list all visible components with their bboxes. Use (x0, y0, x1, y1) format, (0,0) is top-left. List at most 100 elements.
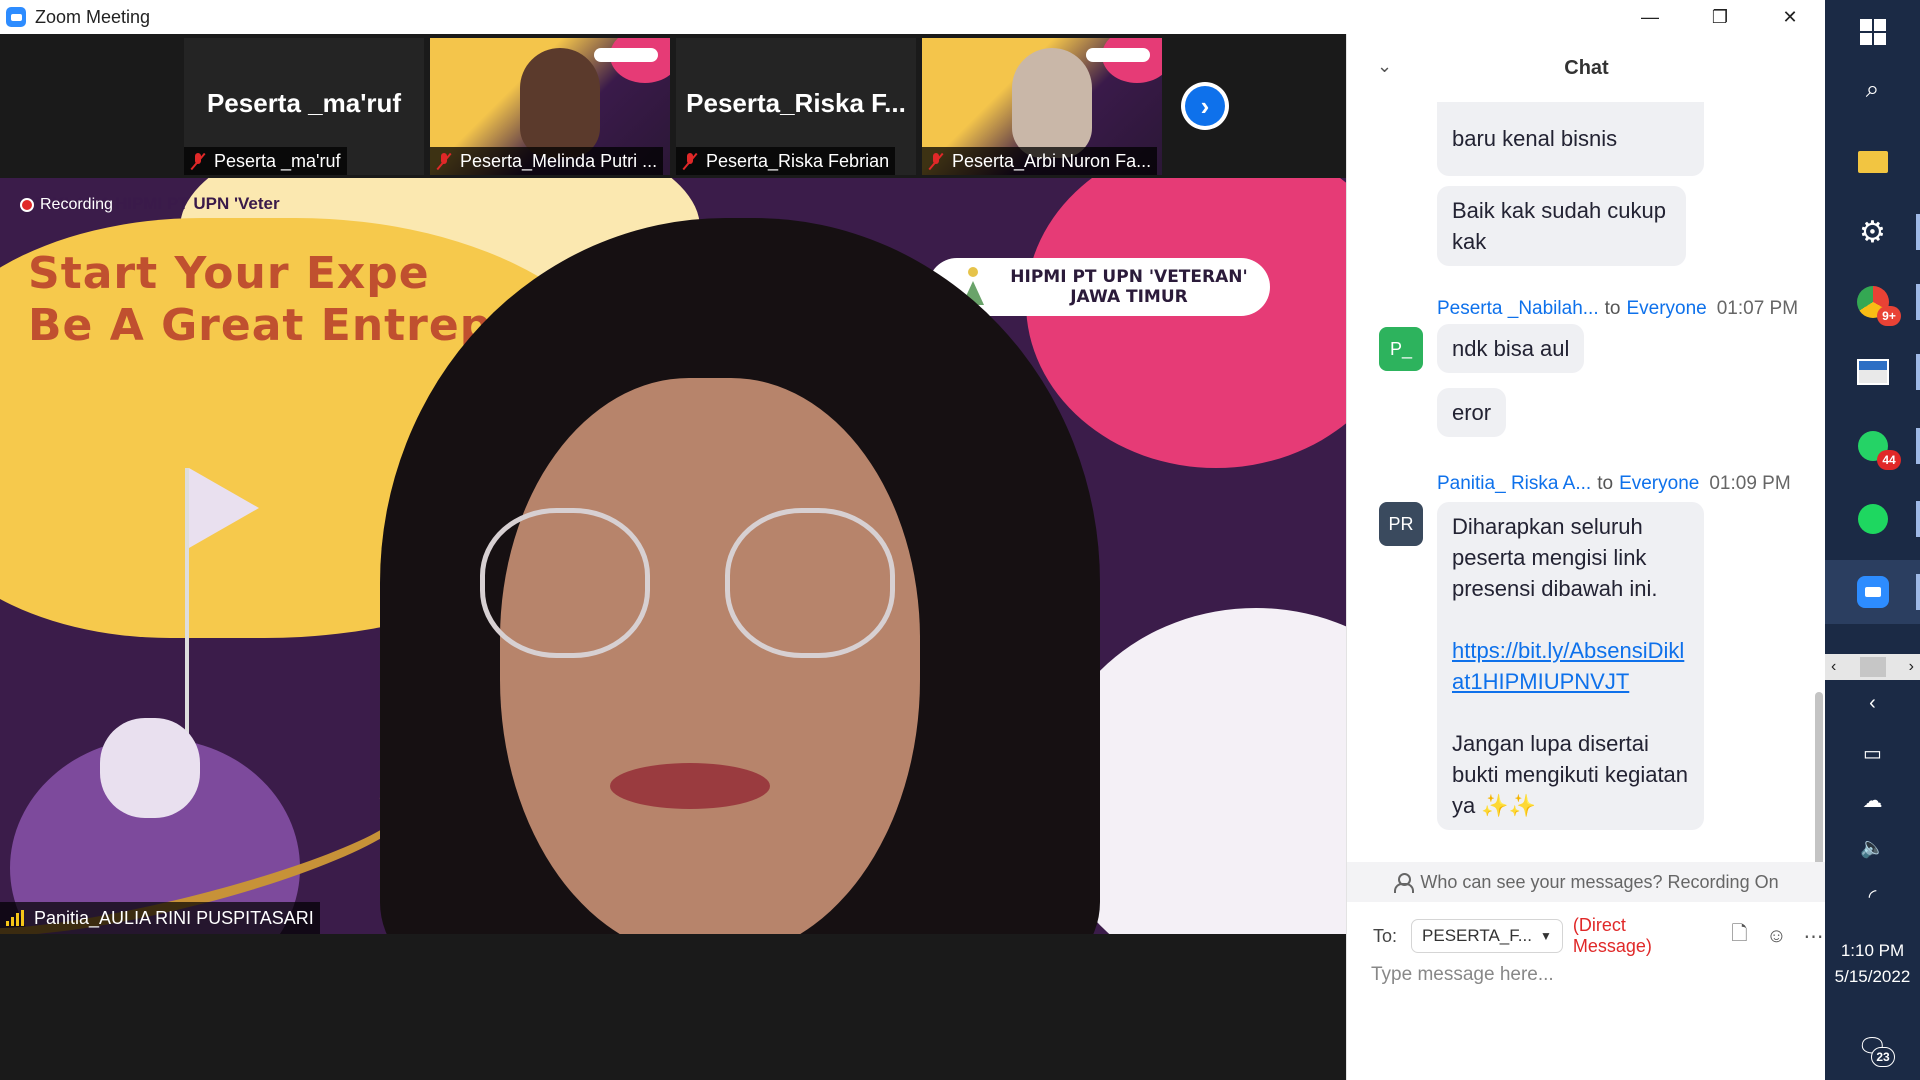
speaker-name: Panitia_AULIA RINI PUSPITASARI (34, 907, 314, 928)
title-bar: Zoom Meeting — ❐ ✕ (0, 0, 1825, 34)
clock-time: 1:10 PM (1840, 941, 1905, 960)
speaker-lips (610, 763, 770, 809)
participant-thumbnail[interactable]: Peserta_Melinda Putri ... (430, 38, 670, 175)
more-icon[interactable]: ⋯ (1801, 923, 1826, 949)
onedrive-icon[interactable]: ☁ (1825, 780, 1920, 820)
hipmi-logo-text: HIPMI PT UPN 'VETERAN' JAWA TIMUR (988, 267, 1270, 307)
window-title: Zoom Meeting (35, 6, 151, 27)
recipient-value: PESERTA_F... (1422, 926, 1532, 945)
photos-button[interactable] (1825, 340, 1920, 404)
chat-message[interactable]: Baik kak sudah cukup kak (1437, 186, 1686, 266)
tray-scroll-thumb[interactable] (1859, 657, 1886, 677)
whatsapp-button[interactable]: 44 (1825, 414, 1920, 478)
emoji-icon[interactable]: ☺ (1764, 923, 1789, 949)
wifi-icon[interactable]: ◜ (1825, 876, 1920, 916)
chat-message[interactable]: Diharapkan seluruh peserta mengisi link … (1437, 502, 1704, 830)
participant-thumbnail[interactable]: Peserta_Arbi Nuron Fa... (922, 38, 1162, 175)
participant-thumbnail-strip: Peserta _ma'ruf Peserta _ma'ruf Peserta_… (0, 34, 1346, 176)
photos-icon (1856, 359, 1889, 385)
glasses-right-lens (725, 508, 895, 658)
participant-name: Peserta_Riska Febrian (706, 150, 890, 171)
recipient-select[interactable]: PESERTA_F... ▼ (1411, 919, 1563, 953)
participant-name-label: Peserta_Riska Febrian (676, 147, 896, 175)
chat-messages[interactable]: baru kenal bisnis Baik kak sudah cukup k… (1347, 102, 1826, 862)
volume-icon[interactable]: 🔈 (1825, 827, 1920, 867)
chrome-button[interactable]: 9+ (1825, 270, 1920, 334)
restore-button[interactable]: ❐ (1685, 0, 1755, 34)
sender-name[interactable]: Peserta _Nabilah... (1437, 298, 1599, 320)
message-time: 01:09 PM (1709, 473, 1791, 494)
participant-thumbnail[interactable]: Peserta _ma'ruf Peserta _ma'ruf (184, 38, 424, 175)
minimize-button[interactable]: — (1615, 0, 1685, 34)
zoom-icon (1856, 576, 1889, 608)
chevron-left-icon[interactable]: ‹ (1831, 658, 1836, 676)
show-hidden-icons-button[interactable]: ‹ (1825, 683, 1920, 723)
message-input[interactable] (1371, 964, 1801, 1054)
running-indicator (1916, 428, 1920, 464)
taskbar-clock[interactable]: 1:10 PM 5/15/2022 (1825, 938, 1920, 990)
logo-line-1: HIPMI PT UPN 'VETERAN' (1010, 267, 1248, 287)
file-icon[interactable]: 🗋 (1727, 923, 1752, 949)
tray-scroller[interactable]: ‹ › (1825, 654, 1920, 680)
background-logo (1086, 48, 1150, 62)
file-explorer-button[interactable] (1825, 130, 1920, 194)
headline-line-2: Be A Great Entrep (28, 300, 493, 351)
chat-panel: ⌄ Chat baru kenal bisnis Baik kak sudah … (1346, 34, 1826, 1080)
running-indicator (1916, 354, 1920, 390)
battery-icon[interactable]: ▭ (1825, 733, 1920, 773)
mic-muted-icon (190, 152, 206, 170)
participant-name: Peserta _ma'ruf (214, 150, 341, 171)
participant-video-face (1012, 48, 1092, 158)
clock-date: 5/15/2022 (1834, 967, 1911, 986)
sender-name[interactable]: Panitia_ Riska A... (1437, 473, 1591, 495)
chat-message[interactable]: baru kenal bisnis (1437, 102, 1704, 176)
to-label: to (1604, 298, 1621, 319)
action-center-button[interactable]: 🗨 23 (1825, 1015, 1920, 1079)
participant-name-label: Peserta _ma'ruf (184, 147, 347, 175)
notification-badge: 23 (1871, 1047, 1895, 1067)
zoom-app-icon (6, 7, 26, 27)
flag-illustration (189, 468, 259, 548)
settings-button[interactable]: ⚙ (1825, 200, 1920, 264)
avatar: PR (1379, 502, 1423, 546)
chat-scrollbar[interactable] (1815, 692, 1823, 862)
participant-big-name: Peserta_Riska F... (686, 88, 906, 118)
message-visibility-notice[interactable]: Who can see your messages? Recording On (1347, 862, 1826, 902)
start-button[interactable] (1825, 0, 1920, 64)
video-area: Peserta _ma'ruf Peserta _ma'ruf Peserta_… (0, 34, 1346, 1080)
zoom-taskbar-button[interactable] (1825, 560, 1920, 624)
chevron-right-icon[interactable]: › (1909, 658, 1914, 676)
record-dot-icon (20, 198, 34, 212)
participant-name: Peserta_Arbi Nuron Fa... (952, 150, 1152, 171)
visibility-text: Who can see your messages? Recording On (1420, 871, 1779, 892)
message-text: Diharapkan seluruh peserta mengisi link … (1452, 514, 1658, 601)
spotify-icon (1857, 504, 1888, 534)
message-text: ndk bisa aul (1452, 336, 1570, 361)
recipient-name[interactable]: Everyone (1619, 473, 1699, 495)
message-sender-row: Panitia_ Riska A... to Everyone 01:09 PM (1437, 473, 1791, 495)
participant-name: Peserta_Melinda Putri ... (460, 150, 658, 171)
search-icon: ⌕ (1865, 76, 1880, 103)
active-speaker-video[interactable]: DIKLAT 1 HIPMI PT UPN 'Veter Start Your … (0, 178, 1346, 934)
presence-link[interactable]: https://bit.ly/AbsensiDiklat1HIPMIUPNVJT (1452, 635, 1689, 697)
mic-muted-icon (436, 152, 452, 170)
participant-thumbnail[interactable]: Peserta_Riska F... Peserta_Riska Febrian (676, 38, 916, 175)
next-participants-button[interactable]: › (1181, 82, 1229, 130)
search-button[interactable]: ⌕ (1825, 58, 1920, 122)
mic-muted-icon (928, 152, 944, 170)
chevron-left-icon: ‹ (1869, 691, 1876, 714)
close-button[interactable]: ✕ (1755, 0, 1825, 34)
chevron-down-icon[interactable]: ⌄ (1377, 56, 1392, 77)
folder-icon (1857, 151, 1888, 173)
chat-message[interactable]: eror (1437, 388, 1507, 437)
participant-name-label: Peserta_Arbi Nuron Fa... (922, 147, 1158, 175)
astronaut-illustration (100, 718, 200, 818)
chevron-down-icon: ▼ (1539, 929, 1552, 943)
spotify-button[interactable] (1825, 487, 1920, 551)
notification-badge: 9+ (1877, 306, 1901, 326)
to-label: To: (1373, 925, 1398, 946)
running-indicator (1916, 284, 1920, 320)
recipient-name[interactable]: Everyone (1626, 298, 1706, 320)
chat-message[interactable]: ndk bisa aul (1437, 324, 1585, 373)
message-time: 01:07 PM (1716, 298, 1799, 319)
